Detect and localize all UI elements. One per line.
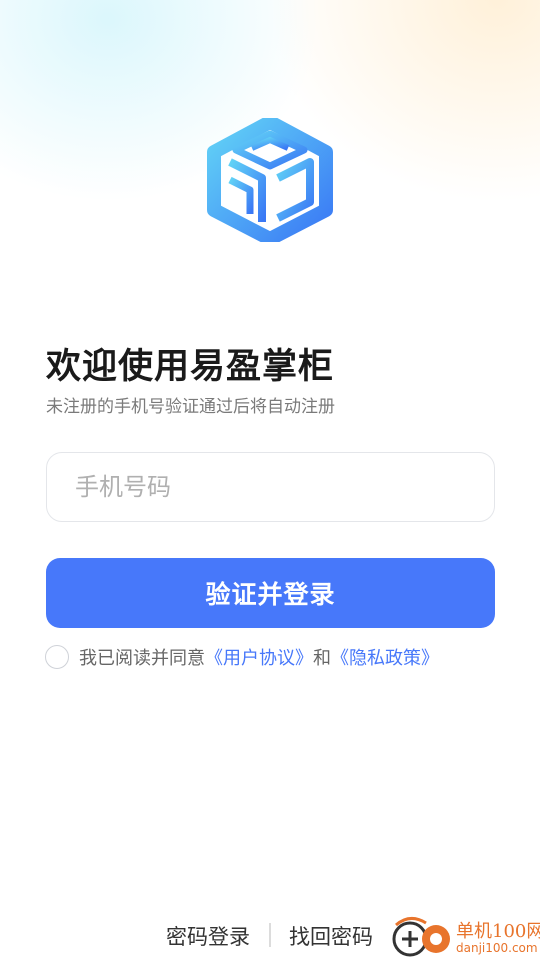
user-agreement-link[interactable]: 《用户协议》: [205, 644, 313, 670]
welcome-title: 欢迎使用易盈掌柜: [46, 347, 335, 387]
watermark-logo-icon: [392, 917, 450, 957]
password-login-link[interactable]: 密码登录: [166, 921, 250, 951]
watermark-name: 单机100网: [456, 921, 540, 942]
phone-number-input[interactable]: [46, 452, 495, 522]
agreement-and: 和: [313, 648, 331, 669]
agreement-row: 我已阅读并同意 《用户协议》 和 《隐私政策》: [45, 644, 439, 670]
verify-login-button[interactable]: 验证并登录: [46, 558, 495, 628]
welcome-subtitle: 未注册的手机号验证通过后将自动注册: [46, 397, 335, 417]
footer-divider: [269, 923, 271, 947]
app-logo-icon: [207, 118, 333, 242]
privacy-policy-link[interactable]: 《隐私政策》: [331, 644, 439, 670]
login-screen: 欢迎使用易盈掌柜 未注册的手机号验证通过后将自动注册 验证并登录 我已阅读并同意…: [0, 0, 540, 960]
agreement-prefix: 我已阅读并同意: [79, 648, 205, 669]
watermark-url: danji100.com: [456, 941, 538, 955]
agreement-checkbox-icon[interactable]: [45, 645, 69, 669]
watermark: 单机100网 danji100.com: [390, 915, 540, 960]
recover-password-link[interactable]: 找回密码: [289, 921, 373, 951]
